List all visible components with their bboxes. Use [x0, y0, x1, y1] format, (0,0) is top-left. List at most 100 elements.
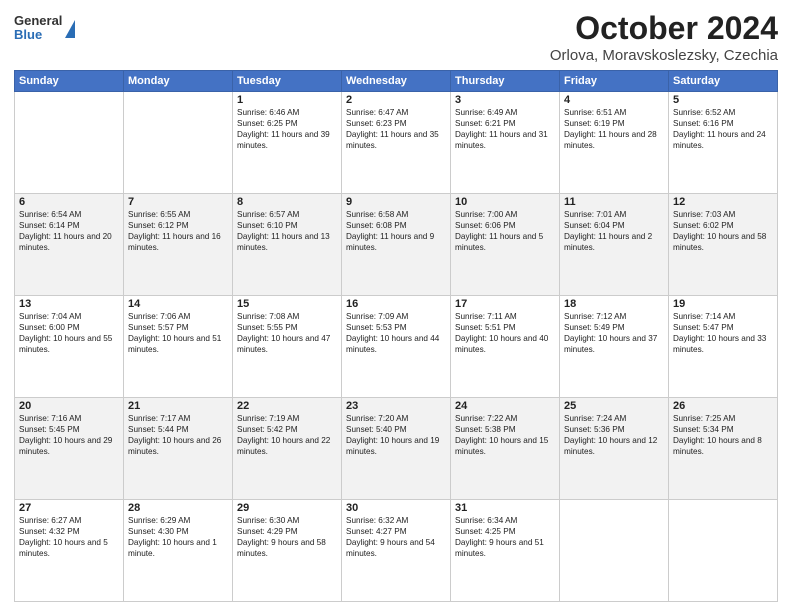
day-header-monday: Monday	[124, 71, 233, 92]
calendar-subtitle: Orlova, Moravskoslezsky, Czechia	[550, 47, 778, 64]
cell-content: Sunrise: 6:29 AM Sunset: 4:30 PM Dayligh…	[128, 515, 228, 559]
day-number: 8	[237, 196, 337, 208]
day-number: 29	[237, 502, 337, 514]
calendar-cell: 2Sunrise: 6:47 AM Sunset: 6:23 PM Daylig…	[342, 92, 451, 194]
cell-content: Sunrise: 7:01 AM Sunset: 6:04 PM Dayligh…	[564, 209, 664, 253]
cell-content: Sunrise: 6:30 AM Sunset: 4:29 PM Dayligh…	[237, 515, 337, 559]
day-number: 10	[455, 196, 555, 208]
day-number: 5	[673, 94, 773, 106]
calendar-cell: 12Sunrise: 7:03 AM Sunset: 6:02 PM Dayli…	[669, 194, 778, 296]
day-header-sunday: Sunday	[15, 71, 124, 92]
logo-triangle-icon	[65, 20, 75, 38]
day-number: 23	[346, 400, 446, 412]
cell-content: Sunrise: 6:55 AM Sunset: 6:12 PM Dayligh…	[128, 209, 228, 253]
cell-content: Sunrise: 6:54 AM Sunset: 6:14 PM Dayligh…	[19, 209, 119, 253]
calendar-cell: 20Sunrise: 7:16 AM Sunset: 5:45 PM Dayli…	[15, 398, 124, 500]
calendar-cell: 30Sunrise: 6:32 AM Sunset: 4:27 PM Dayli…	[342, 500, 451, 602]
cell-content: Sunrise: 7:00 AM Sunset: 6:06 PM Dayligh…	[455, 209, 555, 253]
cell-content: Sunrise: 7:09 AM Sunset: 5:53 PM Dayligh…	[346, 311, 446, 355]
calendar-cell: 29Sunrise: 6:30 AM Sunset: 4:29 PM Dayli…	[233, 500, 342, 602]
cell-content: Sunrise: 6:46 AM Sunset: 6:25 PM Dayligh…	[237, 107, 337, 151]
day-header-tuesday: Tuesday	[233, 71, 342, 92]
calendar-table: SundayMondayTuesdayWednesdayThursdayFrid…	[14, 70, 778, 602]
calendar-body: 1Sunrise: 6:46 AM Sunset: 6:25 PM Daylig…	[15, 92, 778, 602]
cell-content: Sunrise: 6:32 AM Sunset: 4:27 PM Dayligh…	[346, 515, 446, 559]
calendar-header: SundayMondayTuesdayWednesdayThursdayFrid…	[15, 71, 778, 92]
day-number: 19	[673, 298, 773, 310]
header: General Blue October 2024 Orlova, Moravs…	[14, 10, 778, 64]
cell-content: Sunrise: 7:11 AM Sunset: 5:51 PM Dayligh…	[455, 311, 555, 355]
day-number: 15	[237, 298, 337, 310]
day-header-wednesday: Wednesday	[342, 71, 451, 92]
logo-general: General	[14, 14, 62, 28]
day-number: 26	[673, 400, 773, 412]
day-number: 18	[564, 298, 664, 310]
calendar-cell	[669, 500, 778, 602]
calendar-cell: 11Sunrise: 7:01 AM Sunset: 6:04 PM Dayli…	[560, 194, 669, 296]
day-header-friday: Friday	[560, 71, 669, 92]
day-number: 31	[455, 502, 555, 514]
calendar-cell: 5Sunrise: 6:52 AM Sunset: 6:16 PM Daylig…	[669, 92, 778, 194]
cell-content: Sunrise: 7:22 AM Sunset: 5:38 PM Dayligh…	[455, 413, 555, 457]
cell-content: Sunrise: 7:04 AM Sunset: 6:00 PM Dayligh…	[19, 311, 119, 355]
calendar-cell: 1Sunrise: 6:46 AM Sunset: 6:25 PM Daylig…	[233, 92, 342, 194]
day-number: 1	[237, 94, 337, 106]
cell-content: Sunrise: 6:57 AM Sunset: 6:10 PM Dayligh…	[237, 209, 337, 253]
calendar-cell: 31Sunrise: 6:34 AM Sunset: 4:25 PM Dayli…	[451, 500, 560, 602]
calendar-cell: 3Sunrise: 6:49 AM Sunset: 6:21 PM Daylig…	[451, 92, 560, 194]
calendar-cell: 27Sunrise: 6:27 AM Sunset: 4:32 PM Dayli…	[15, 500, 124, 602]
calendar-cell: 26Sunrise: 7:25 AM Sunset: 5:34 PM Dayli…	[669, 398, 778, 500]
cell-content: Sunrise: 6:58 AM Sunset: 6:08 PM Dayligh…	[346, 209, 446, 253]
cell-content: Sunrise: 7:16 AM Sunset: 5:45 PM Dayligh…	[19, 413, 119, 457]
calendar-cell: 16Sunrise: 7:09 AM Sunset: 5:53 PM Dayli…	[342, 296, 451, 398]
calendar-cell	[15, 92, 124, 194]
title-block: October 2024 Orlova, Moravskoslezsky, Cz…	[550, 10, 778, 64]
calendar-cell: 7Sunrise: 6:55 AM Sunset: 6:12 PM Daylig…	[124, 194, 233, 296]
calendar-cell: 4Sunrise: 6:51 AM Sunset: 6:19 PM Daylig…	[560, 92, 669, 194]
week-row-0: 1Sunrise: 6:46 AM Sunset: 6:25 PM Daylig…	[15, 92, 778, 194]
calendar-cell: 28Sunrise: 6:29 AM Sunset: 4:30 PM Dayli…	[124, 500, 233, 602]
cell-content: Sunrise: 7:06 AM Sunset: 5:57 PM Dayligh…	[128, 311, 228, 355]
day-number: 28	[128, 502, 228, 514]
day-number: 7	[128, 196, 228, 208]
day-number: 30	[346, 502, 446, 514]
calendar-cell: 10Sunrise: 7:00 AM Sunset: 6:06 PM Dayli…	[451, 194, 560, 296]
cell-content: Sunrise: 6:47 AM Sunset: 6:23 PM Dayligh…	[346, 107, 446, 151]
day-number: 2	[346, 94, 446, 106]
day-number: 11	[564, 196, 664, 208]
calendar-cell: 18Sunrise: 7:12 AM Sunset: 5:49 PM Dayli…	[560, 296, 669, 398]
day-number: 14	[128, 298, 228, 310]
day-number: 25	[564, 400, 664, 412]
day-number: 20	[19, 400, 119, 412]
calendar-cell: 17Sunrise: 7:11 AM Sunset: 5:51 PM Dayli…	[451, 296, 560, 398]
calendar-cell: 24Sunrise: 7:22 AM Sunset: 5:38 PM Dayli…	[451, 398, 560, 500]
day-number: 27	[19, 502, 119, 514]
cell-content: Sunrise: 7:17 AM Sunset: 5:44 PM Dayligh…	[128, 413, 228, 457]
cell-content: Sunrise: 7:14 AM Sunset: 5:47 PM Dayligh…	[673, 311, 773, 355]
cell-content: Sunrise: 7:08 AM Sunset: 5:55 PM Dayligh…	[237, 311, 337, 355]
week-row-4: 27Sunrise: 6:27 AM Sunset: 4:32 PM Dayli…	[15, 500, 778, 602]
calendar-cell: 22Sunrise: 7:19 AM Sunset: 5:42 PM Dayli…	[233, 398, 342, 500]
day-number: 21	[128, 400, 228, 412]
day-number: 16	[346, 298, 446, 310]
week-row-2: 13Sunrise: 7:04 AM Sunset: 6:00 PM Dayli…	[15, 296, 778, 398]
cell-content: Sunrise: 7:25 AM Sunset: 5:34 PM Dayligh…	[673, 413, 773, 457]
cell-content: Sunrise: 6:49 AM Sunset: 6:21 PM Dayligh…	[455, 107, 555, 151]
day-header-saturday: Saturday	[669, 71, 778, 92]
cell-content: Sunrise: 6:34 AM Sunset: 4:25 PM Dayligh…	[455, 515, 555, 559]
calendar-cell: 8Sunrise: 6:57 AM Sunset: 6:10 PM Daylig…	[233, 194, 342, 296]
logo-blue: Blue	[14, 28, 62, 42]
calendar-cell: 19Sunrise: 7:14 AM Sunset: 5:47 PM Dayli…	[669, 296, 778, 398]
calendar-cell: 23Sunrise: 7:20 AM Sunset: 5:40 PM Dayli…	[342, 398, 451, 500]
logo-text: General Blue	[14, 14, 62, 43]
cell-content: Sunrise: 7:19 AM Sunset: 5:42 PM Dayligh…	[237, 413, 337, 457]
week-row-3: 20Sunrise: 7:16 AM Sunset: 5:45 PM Dayli…	[15, 398, 778, 500]
cell-content: Sunrise: 7:24 AM Sunset: 5:36 PM Dayligh…	[564, 413, 664, 457]
day-number: 6	[19, 196, 119, 208]
day-number: 12	[673, 196, 773, 208]
calendar-cell: 14Sunrise: 7:06 AM Sunset: 5:57 PM Dayli…	[124, 296, 233, 398]
calendar-cell: 13Sunrise: 7:04 AM Sunset: 6:00 PM Dayli…	[15, 296, 124, 398]
cell-content: Sunrise: 6:27 AM Sunset: 4:32 PM Dayligh…	[19, 515, 119, 559]
calendar-cell: 25Sunrise: 7:24 AM Sunset: 5:36 PM Dayli…	[560, 398, 669, 500]
calendar-cell: 9Sunrise: 6:58 AM Sunset: 6:08 PM Daylig…	[342, 194, 451, 296]
